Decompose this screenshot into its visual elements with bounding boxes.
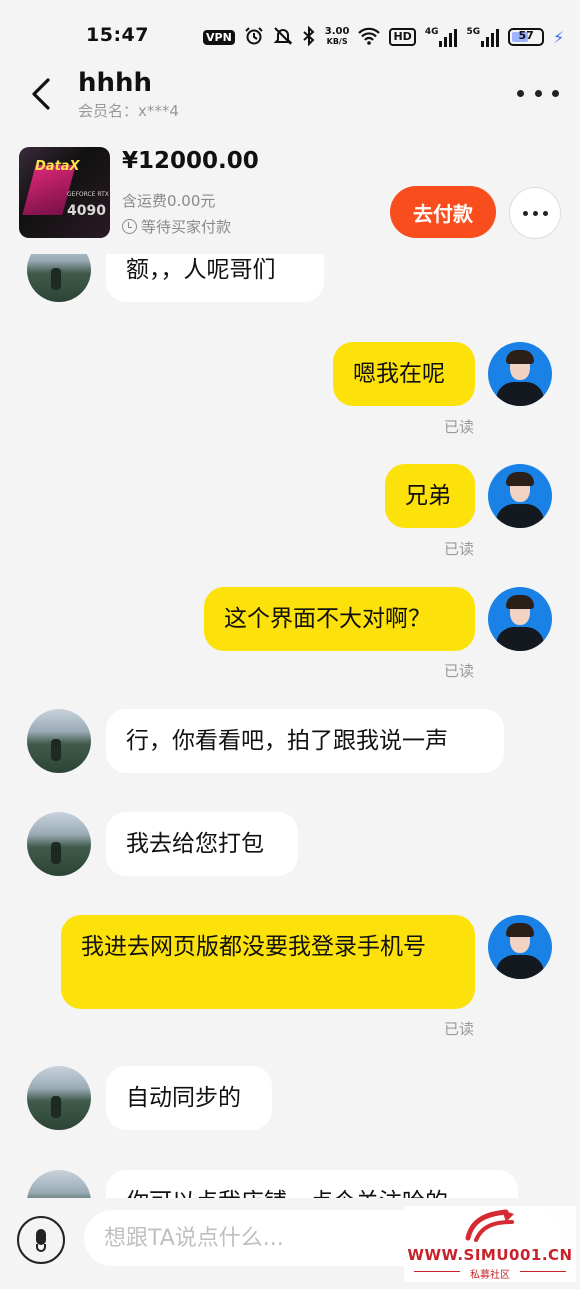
read-receipt: 已读 xyxy=(444,662,475,680)
message-bubble[interactable]: 你可以点我店铺，点个关注哈的 xyxy=(106,1170,518,1198)
seller-avatar[interactable] xyxy=(27,1170,91,1198)
watermark-url: WWW.SIMU001.CN xyxy=(407,1246,573,1264)
message-bubble[interactable]: 行，你看看吧，拍了跟我说一声 xyxy=(106,709,504,773)
back-button[interactable] xyxy=(26,74,56,114)
read-receipt: 已读 xyxy=(444,540,475,558)
seller-avatar[interactable] xyxy=(27,254,91,302)
more-dots-icon xyxy=(522,210,528,216)
charging-icon: ⚡ xyxy=(553,27,565,47)
chevron-left-icon xyxy=(32,78,50,110)
signal-4g: 4G xyxy=(425,27,458,47)
status-bar: 15:47 VPN 3.00 KB/S HD 4G 5G 57 ⚡ xyxy=(0,0,580,66)
more-dots-icon xyxy=(517,89,524,97)
hd-icon: HD xyxy=(389,28,416,46)
watermark: WWW.SIMU001.CN 私募社区 xyxy=(404,1206,576,1282)
simu-logo-icon xyxy=(465,1209,514,1242)
net-speed: 3.00 KB/S xyxy=(324,26,350,47)
message-bubble[interactable]: 额，，人呢哥们 xyxy=(106,254,324,302)
chat-header: hhhh 会员名：x***4 xyxy=(0,66,580,128)
vpn-icon: VPN xyxy=(203,29,235,45)
seller-avatar[interactable] xyxy=(27,1066,91,1130)
thumb-gpu-text: GEFORCE RTX xyxy=(67,191,109,198)
message-bubble[interactable]: 兄弟 xyxy=(385,464,475,528)
read-receipt: 已读 xyxy=(444,1020,475,1038)
user-avatar[interactable] xyxy=(488,915,552,979)
product-price: ¥12000.00 xyxy=(122,148,259,174)
seller-avatar[interactable] xyxy=(27,812,91,876)
status-icons: VPN 3.00 KB/S HD 4G 5G 57 ⚡ xyxy=(203,24,564,50)
voice-button[interactable] xyxy=(17,1216,65,1264)
user-avatar[interactable] xyxy=(488,587,552,651)
signal-5g: 5G xyxy=(466,27,500,47)
page-title: hhhh xyxy=(78,68,153,98)
message-bubble[interactable]: 自动同步的 xyxy=(106,1066,272,1130)
watermark-name: 私募社区 xyxy=(470,1270,510,1281)
product-more-button[interactable] xyxy=(509,187,561,239)
product-thumbnail[interactable]: DataX GEFORCE RTX 4090 xyxy=(19,147,110,238)
message-bubble[interactable]: 这个界面不大对啊？ xyxy=(204,587,475,651)
pay-button[interactable]: 去付款 xyxy=(390,186,496,238)
battery-icon: 57 xyxy=(508,28,545,46)
wifi-icon xyxy=(358,27,381,48)
thumb-model: 4090 xyxy=(67,203,106,219)
user-avatar[interactable] xyxy=(488,342,552,406)
mute-icon xyxy=(273,26,293,49)
alarm-icon xyxy=(244,26,264,49)
clock-icon xyxy=(122,219,137,234)
message-bubble[interactable]: 我去给您打包 xyxy=(106,812,298,876)
product-card[interactable]: DataX GEFORCE RTX 4090 ¥12000.00 含运费0.00… xyxy=(0,136,580,254)
thumb-brand: DataX xyxy=(35,159,80,174)
member-name: 会员名：x***4 xyxy=(78,102,179,120)
seller-avatar[interactable] xyxy=(27,709,91,773)
more-menu-button[interactable] xyxy=(517,86,559,100)
order-status-text: 等待买家付款 xyxy=(141,218,232,236)
microphone-icon xyxy=(36,1229,46,1245)
message-bubble[interactable]: 嗯我在呢 xyxy=(333,342,475,406)
bluetooth-icon xyxy=(302,25,316,49)
status-time: 15:47 xyxy=(86,24,149,46)
user-avatar[interactable] xyxy=(488,464,552,528)
shipping-fee: 含运费0.00元 xyxy=(122,192,216,210)
chat-messages[interactable]: 额，，人呢哥们 嗯我在呢 已读 兄弟 已读 这个界面不大对啊？ 已读 行，你看看… xyxy=(0,254,580,1198)
order-status: 等待买家付款 xyxy=(122,216,231,237)
message-bubble[interactable]: 我进去网页版都没要我登录手机号 xyxy=(61,915,475,1009)
read-receipt: 已读 xyxy=(444,418,475,436)
